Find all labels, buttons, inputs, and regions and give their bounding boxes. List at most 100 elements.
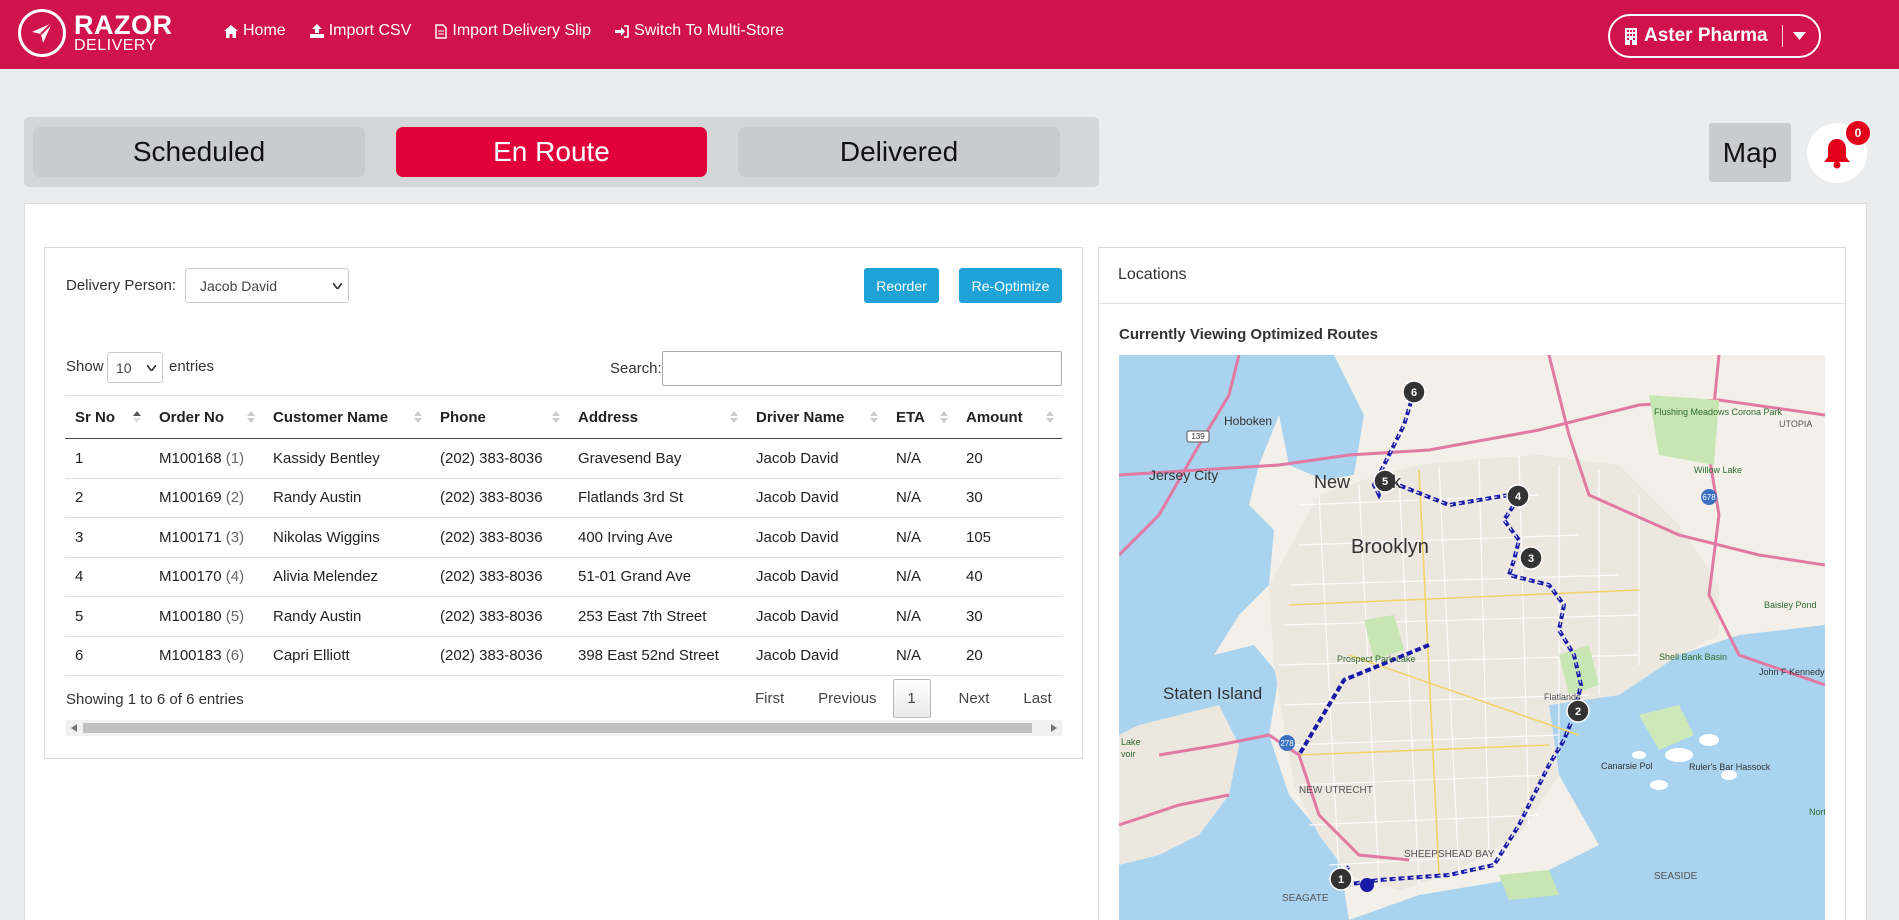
column-header-driver-name[interactable]: Driver Name	[746, 395, 886, 439]
entries-label: entries	[169, 358, 215, 375]
nav-switch-multi-store-label: Switch To Multi-Store	[634, 22, 785, 39]
cell-customer-name: Alivia Melendez	[263, 557, 430, 597]
cell-eta: N/A	[886, 478, 956, 518]
column-header-order-no[interactable]: Order No	[149, 395, 263, 439]
top-navbar: RAZOR DELIVERY Home Import CSV Import De…	[0, 0, 1899, 69]
map-label-new-york-end: k	[1392, 472, 1402, 492]
table-row[interactable]: 5 M100180 (5) Randy Austin (202) 383-803…	[65, 596, 1062, 637]
sort-icon	[730, 411, 738, 423]
razor-delivery-logo[interactable]: RAZOR DELIVERY	[18, 9, 173, 57]
chevron-down-icon	[333, 282, 342, 289]
svg-text:678: 678	[1702, 493, 1716, 502]
search-label: Search:	[610, 360, 662, 377]
scroll-left-icon[interactable]	[71, 724, 77, 732]
table-row[interactable]: 3 M100171 (3) Nikolas Wiggins (202) 383-…	[65, 517, 1062, 558]
show-label: Show	[66, 358, 104, 375]
cell-address: Flatlands 3rd St	[568, 478, 746, 518]
svg-text:6: 6	[1411, 387, 1417, 399]
stop-marker-1[interactable]: 1	[1329, 867, 1353, 891]
map-label-brooklyn: Brooklyn	[1351, 536, 1429, 558]
store-selector[interactable]: Aster Pharma	[1608, 14, 1821, 58]
cell-amount: 30	[956, 596, 1062, 637]
cell-amount: 40	[956, 557, 1062, 597]
page-first[interactable]: First	[747, 690, 792, 707]
stop-marker-2[interactable]: 2	[1566, 699, 1590, 723]
map-label-norton: Norton	[1809, 807, 1825, 817]
cell-eta: N/A	[886, 438, 956, 479]
sort-icon	[247, 411, 255, 423]
entries-select[interactable]: 10	[107, 352, 163, 383]
reoptimize-button[interactable]: Re-Optimize	[959, 268, 1062, 303]
building-icon	[1625, 28, 1637, 45]
map-label-baisley-pond: Baisley Pond	[1764, 600, 1817, 610]
table-row[interactable]: 1 M100168 (1) Kassidy Bentley (202) 383-…	[65, 438, 1062, 479]
reorder-button[interactable]: Reorder	[864, 268, 939, 303]
map-label-shell-bank-basin: Shell Bank Basin	[1659, 652, 1727, 662]
column-header-eta[interactable]: ETA	[886, 395, 956, 439]
bell-icon	[1824, 139, 1850, 169]
map-label-canarsie-pol: Canarsie Pol	[1601, 761, 1653, 771]
route-map[interactable]: 1 2 3 4 5 6 Hoboken Jersey City New k Br…	[1119, 355, 1825, 920]
tab-en-route[interactable]: En Route	[396, 127, 707, 177]
nav-home[interactable]: Home	[224, 22, 286, 40]
notification-count-badge: 0	[1846, 121, 1870, 145]
nav-import-csv[interactable]: Import CSV	[309, 22, 411, 40]
map-canvas[interactable]: 1 2 3 4 5 6 Hoboken Jersey City New k Br…	[1119, 355, 1825, 920]
cell-eta: N/A	[886, 557, 956, 597]
tab-delivered[interactable]: Delivered	[738, 127, 1060, 177]
orders-table: Sr No Order No Customer Name Phone Addre…	[65, 395, 1062, 676]
delivery-person-select[interactable]: Jacob David	[185, 268, 349, 303]
cell-order-no: M100180 (5)	[149, 596, 263, 637]
map-label-sheepshead-bay: SHEEPSHEAD BAY	[1404, 849, 1495, 860]
column-header-address[interactable]: Address	[568, 395, 746, 439]
scrollbar-thumb[interactable]	[83, 723, 1032, 733]
cell-eta: N/A	[886, 636, 956, 676]
nav-import-delivery-slip[interactable]: Import Delivery Slip	[435, 22, 591, 40]
horizontal-scrollbar[interactable]	[66, 720, 1062, 736]
table-row[interactable]: 2 M100169 (2) Randy Austin (202) 383-803…	[65, 478, 1062, 518]
cell-customer-name: Randy Austin	[263, 596, 430, 637]
table-row[interactable]: 6 M100183 (6) Capri Elliott (202) 383-80…	[65, 636, 1062, 676]
column-header-amount[interactable]: Amount	[956, 395, 1062, 439]
cell-customer-name: Nikolas Wiggins	[263, 517, 430, 558]
stop-marker-4[interactable]: 4	[1506, 484, 1530, 508]
table-row[interactable]: 4 M100170 (4) Alivia Melendez (202) 383-…	[65, 557, 1062, 597]
cell-address: 253 East 7th Street	[568, 596, 746, 637]
svg-text:4: 4	[1515, 491, 1522, 503]
page-next[interactable]: Next	[951, 690, 998, 707]
map-label-utopia: UTOPIA	[1779, 419, 1812, 429]
cell-order-no: M100171 (3)	[149, 517, 263, 558]
map-label-reservoir: voir	[1121, 749, 1136, 759]
tab-scheduled[interactable]: Scheduled	[33, 127, 365, 177]
map-label-lake: Lake	[1121, 737, 1141, 747]
locations-header: Locations	[1098, 247, 1846, 304]
column-header-customer-name[interactable]: Customer Name	[263, 395, 430, 439]
sort-icon	[552, 411, 560, 423]
svg-text:5: 5	[1382, 476, 1388, 488]
cell-phone: (202) 383-8036	[430, 596, 568, 637]
search-input[interactable]	[662, 351, 1062, 386]
stop-marker-3[interactable]: 3	[1519, 546, 1543, 570]
map-label-new-utrecht: NEW UTRECHT	[1299, 785, 1373, 796]
upload-icon	[309, 24, 324, 38]
page-last[interactable]: Last	[1015, 690, 1059, 707]
origin-marker[interactable]	[1360, 878, 1374, 892]
map-label-prospect-park-lake: Prospect Park Lake	[1337, 654, 1416, 664]
sign-in-icon	[615, 24, 629, 38]
nav-switch-multi-store[interactable]: Switch To Multi-Store	[615, 22, 784, 40]
page-previous[interactable]: Previous	[810, 690, 884, 707]
page-current[interactable]: 1	[892, 679, 931, 718]
cell-driver-name: Jacob David	[746, 478, 886, 518]
scroll-right-icon[interactable]	[1051, 724, 1057, 732]
column-header-phone[interactable]: Phone	[430, 395, 568, 439]
routes-subtitle: Currently Viewing Optimized Routes	[1119, 326, 1378, 343]
pagination: First Previous 1 Next Last	[747, 679, 1060, 718]
column-header-sr-no[interactable]: Sr No	[65, 395, 149, 439]
cell-driver-name: Jacob David	[746, 517, 886, 558]
cell-phone: (202) 383-8036	[430, 517, 568, 558]
home-icon	[224, 24, 238, 38]
stop-marker-6[interactable]: 6	[1402, 380, 1426, 404]
table-header-row: Sr No Order No Customer Name Phone Addre…	[65, 395, 1062, 439]
map-button[interactable]: Map	[1709, 123, 1791, 182]
cell-sr-no: 5	[65, 596, 149, 637]
